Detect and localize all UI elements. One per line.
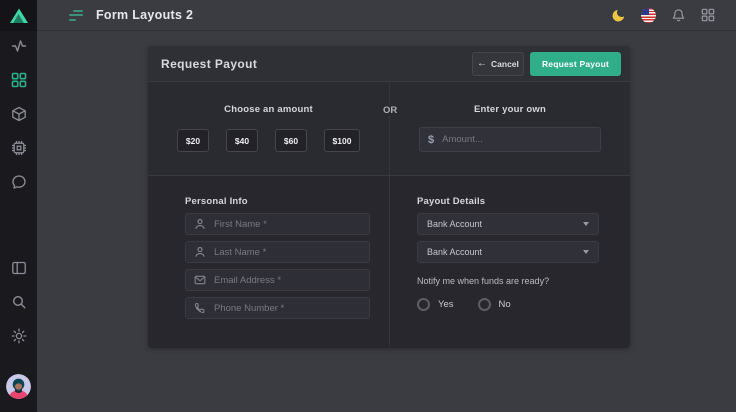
- radio-no[interactable]: No: [478, 298, 511, 311]
- personal-info-heading: Personal Info: [185, 196, 369, 207]
- email-input[interactable]: [214, 275, 361, 286]
- layout-panel-icon: [11, 260, 27, 276]
- back-arrow-icon: ←: [477, 58, 487, 69]
- radio-yes[interactable]: Yes: [417, 298, 454, 311]
- payout-details-heading: Payout Details: [417, 196, 599, 207]
- bank-account-select-1[interactable]: Bank Account: [417, 213, 599, 235]
- sidebar-item-components[interactable]: [0, 105, 37, 123]
- radio-circle-icon: [478, 298, 491, 311]
- page-title: Form Layouts 2: [96, 8, 193, 22]
- enter-your-own-heading: Enter your own: [474, 104, 546, 115]
- card-header: Request Payout ← Cancel Request Payout: [148, 46, 630, 82]
- card-title: Request Payout: [161, 57, 472, 71]
- cube-icon: [11, 106, 27, 122]
- sidebar-item-chat[interactable]: [0, 173, 37, 191]
- topbar: Form Layouts 2: [37, 0, 736, 31]
- personal-info-column: Personal Info: [148, 176, 390, 346]
- phone-field: [185, 297, 370, 319]
- sidebar-toggle-menu-icon[interactable]: [69, 10, 83, 21]
- custom-amount-column: Enter your own $: [390, 82, 630, 175]
- or-divider-label: OR: [380, 105, 400, 116]
- apps-grid-icon[interactable]: [700, 7, 716, 23]
- sidebar-item-search[interactable]: [0, 293, 37, 311]
- payout-details-column: Payout Details Bank Account Bank Account…: [390, 176, 632, 346]
- sidebar-item-activity[interactable]: [0, 37, 37, 55]
- request-payout-button[interactable]: Request Payout: [530, 52, 621, 76]
- notifications-bell-icon[interactable]: [670, 7, 686, 23]
- language-flag-icon[interactable]: [640, 7, 656, 23]
- avatar-image: [6, 374, 31, 399]
- logo-triangle-icon: [9, 7, 29, 25]
- first-name-field: [185, 213, 370, 235]
- preset-amounts-column: Choose an amount $20 $40 $60 $100: [148, 82, 390, 175]
- request-payout-card: Request Payout ← Cancel Request Payout C…: [148, 46, 630, 348]
- activity-icon: [11, 38, 27, 54]
- user-avatar[interactable]: [6, 374, 31, 399]
- person-icon: [194, 218, 206, 230]
- cancel-button-label: Cancel: [491, 59, 519, 69]
- custom-amount-field: $: [419, 127, 601, 152]
- notify-radio-group: Yes No: [417, 298, 599, 311]
- amount-60-button[interactable]: $60: [275, 129, 307, 152]
- cancel-button[interactable]: ← Cancel: [472, 52, 524, 76]
- sidebar-item-cpu[interactable]: [0, 139, 37, 157]
- radio-no-label: No: [499, 299, 511, 310]
- settings-gear-icon: [11, 328, 27, 344]
- last-name-input[interactable]: [214, 247, 361, 258]
- select-value: Bank Account: [427, 219, 583, 229]
- sidebar-item-settings[interactable]: [0, 327, 37, 345]
- details-section: Personal Info: [148, 176, 630, 346]
- chat-bubble-icon: [11, 174, 27, 190]
- sidebar: [0, 0, 37, 412]
- person-icon: [194, 246, 206, 258]
- email-icon: [194, 274, 206, 286]
- amount-section: Choose an amount $20 $40 $60 $100 OR Ent…: [148, 82, 630, 176]
- first-name-input[interactable]: [214, 219, 361, 230]
- bank-account-select-2[interactable]: Bank Account: [417, 241, 599, 263]
- topbar-actions: [610, 7, 716, 23]
- phone-input[interactable]: [214, 303, 361, 314]
- amount-40-button[interactable]: $40: [226, 129, 258, 152]
- email-field: [185, 269, 370, 291]
- amount-input[interactable]: [442, 134, 592, 145]
- sidebar-item-forms[interactable]: [0, 71, 37, 89]
- amount-buttons: $20 $40 $60 $100: [177, 129, 360, 152]
- dollar-icon: $: [428, 134, 434, 146]
- amount-20-button[interactable]: $20: [177, 129, 209, 152]
- theme-moon-icon[interactable]: [610, 7, 626, 23]
- select-value: Bank Account: [427, 247, 583, 257]
- radio-yes-label: Yes: [438, 299, 454, 310]
- amount-100-button[interactable]: $100: [324, 129, 360, 152]
- phone-icon: [194, 302, 206, 314]
- radio-circle-icon: [417, 298, 430, 311]
- chevron-down-icon: [583, 222, 589, 226]
- search-icon: [11, 294, 27, 310]
- us-flag-icon: [641, 8, 656, 23]
- cpu-chip-icon: [11, 140, 27, 156]
- app-root: Form Layouts 2 Request Payout: [0, 0, 736, 412]
- choose-amount-heading: Choose an amount: [224, 104, 313, 115]
- sidebar-item-layout[interactable]: [0, 259, 37, 277]
- chevron-down-icon: [583, 250, 589, 254]
- last-name-field: [185, 241, 370, 263]
- app-logo[interactable]: [0, 0, 37, 31]
- notify-question: Notify me when funds are ready?: [417, 276, 599, 286]
- grid-icon: [11, 72, 27, 88]
